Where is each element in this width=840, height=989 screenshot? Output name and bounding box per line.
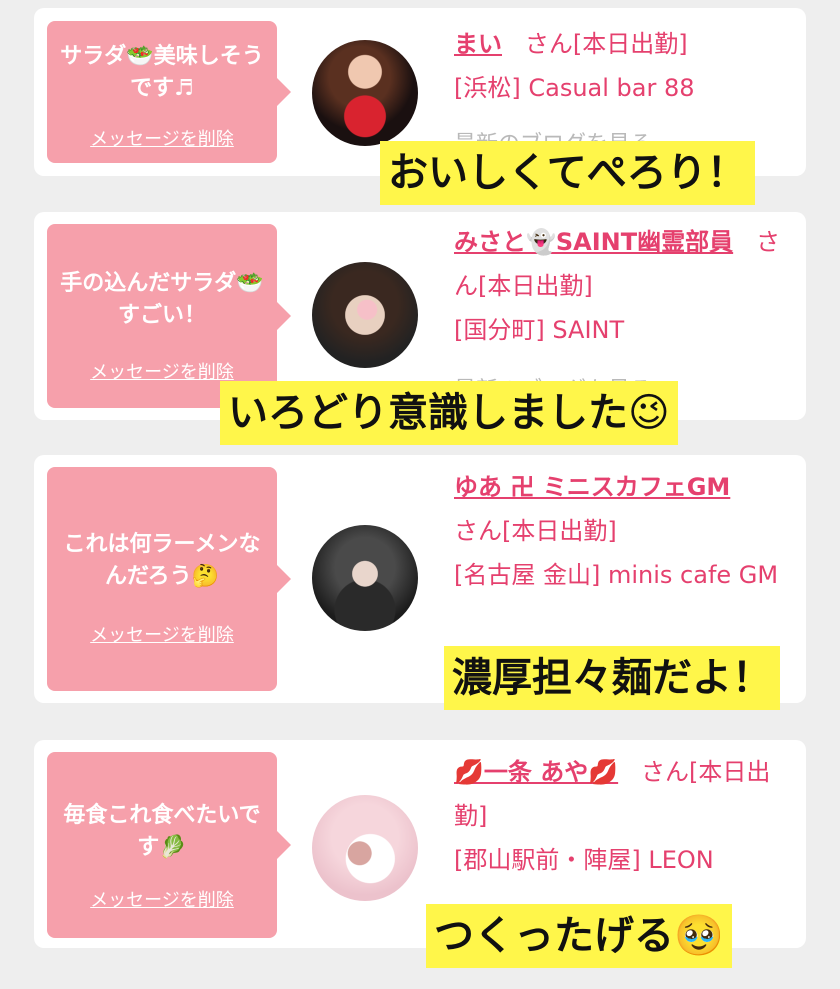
bubble-arrow	[277, 78, 291, 106]
video-caption: いろどり意識しました😉	[220, 381, 678, 445]
delete-message-link[interactable]: メッセージを削除	[47, 125, 277, 151]
cast-name-link[interactable]: みさと👻SAINT幽霊部員	[454, 228, 733, 256]
message-text: サラダ🥗美味しそうです♬	[60, 44, 264, 101]
message-bubble: 毎食これ食べたいです🥬 メッセージを削除	[47, 752, 291, 938]
bubble-arrow	[277, 831, 291, 859]
cast-status: さん[本日出勤]	[524, 30, 688, 58]
shop-name: [名古屋 金山] minis cafe GM	[454, 561, 779, 589]
video-caption: つくったげる🥹	[426, 904, 732, 968]
shop-name: [浜松] Casual bar 88	[454, 74, 695, 102]
shop-name: [国分町] SAINT	[454, 316, 625, 344]
video-caption: おいしくてぺろり！	[380, 141, 755, 205]
cast-name-link[interactable]: まい	[454, 30, 502, 58]
cast-info: まい さん[本日出勤] [浜松] Casual bar 88	[454, 22, 794, 110]
message-bubble: サラダ🥗美味しそうです♬ メッセージを削除	[47, 21, 291, 163]
cast-status: さん[本日出勤]	[454, 517, 617, 545]
shop-name: [郡山駅前・陣屋] LEON	[454, 846, 714, 874]
avatar[interactable]	[312, 262, 418, 368]
video-caption: 濃厚担々麺だよ！	[444, 646, 780, 710]
cast-info: みさと👻SAINT幽霊部員 さん[本日出勤] [国分町] SAINT	[454, 220, 794, 352]
avatar[interactable]	[312, 40, 418, 146]
bubble-arrow	[277, 302, 291, 330]
message-bubble: これは何ラーメンなんだろう🤔 メッセージを削除	[47, 467, 291, 691]
cast-info: 💋一条 あや💋 さん[本日出勤] [郡山駅前・陣屋] LEON	[454, 750, 794, 882]
delete-message-link[interactable]: メッセージを削除	[47, 621, 277, 647]
bubble-arrow	[277, 565, 291, 593]
cast-name-link[interactable]: 💋一条 あや💋	[454, 758, 618, 786]
avatar[interactable]	[312, 525, 418, 631]
cast-info: ゆあ 卍 ミニスカフェGM さん[本日出勤] [名古屋 金山] minis ca…	[454, 465, 794, 597]
message-text: これは何ラーメンなんだろう🤔	[63, 532, 261, 589]
delete-message-link[interactable]: メッセージを削除	[47, 886, 277, 912]
message-text: 手の込んだサラダ🥗すごい！	[60, 271, 264, 328]
avatar[interactable]	[312, 795, 418, 901]
cast-name-link[interactable]: ゆあ 卍 ミニスカフェGM	[454, 473, 730, 501]
message-text: 毎食これ食べたいです🥬	[63, 803, 261, 860]
